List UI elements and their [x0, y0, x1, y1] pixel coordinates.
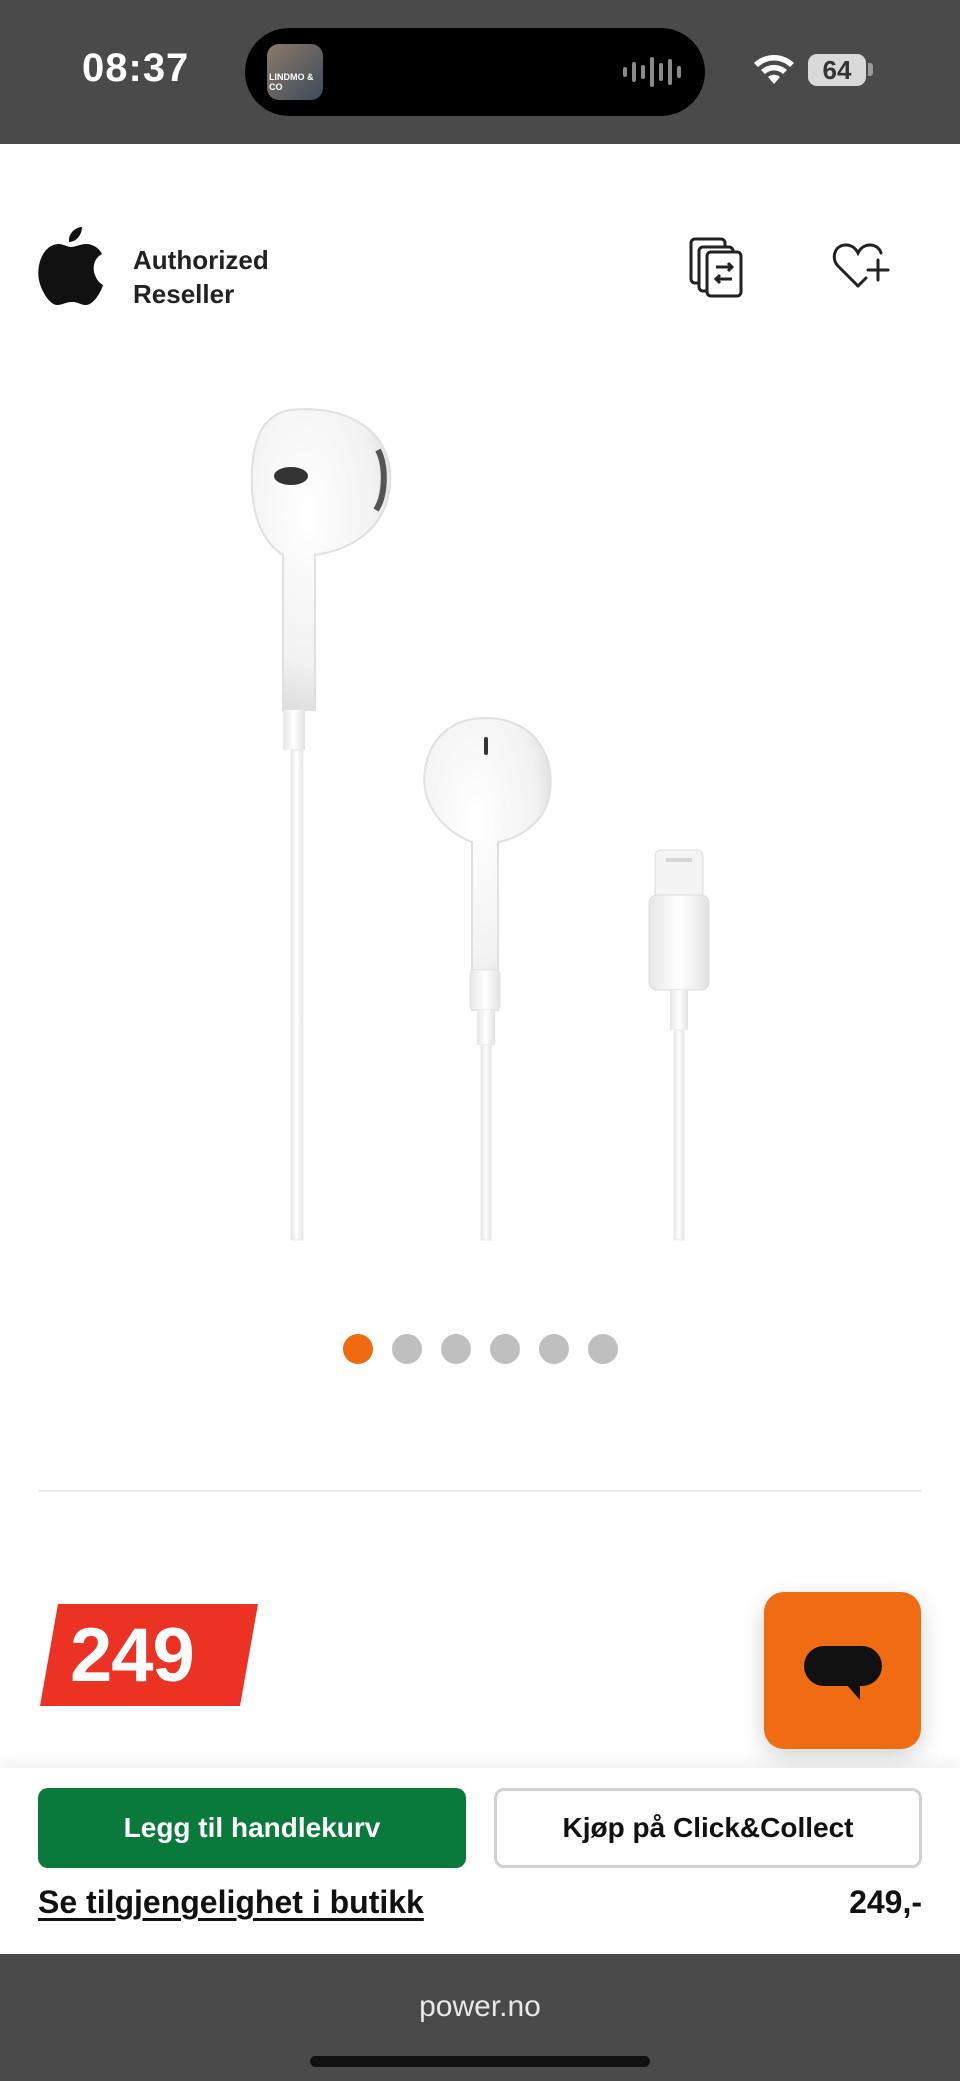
carousel-dot-3[interactable] [441, 1334, 471, 1364]
reseller-line-1: Authorized [133, 245, 269, 275]
add-to-wishlist-icon[interactable] [832, 240, 892, 290]
status-time: 08:37 [82, 46, 190, 90]
dynamic-island[interactable]: LINDMO & CO [245, 28, 705, 116]
click-and-collect-button[interactable]: Kjøp på Click&Collect [494, 1788, 922, 1868]
battery-tip [868, 63, 873, 76]
image-carousel-dots [343, 1334, 618, 1364]
compare-icon[interactable] [688, 236, 744, 298]
authorized-reseller-label: Authorized Reseller [133, 243, 269, 311]
page: 08:37 LINDMO & CO 64 Authorized Reseller [0, 0, 960, 2081]
carousel-dot-4[interactable] [490, 1334, 520, 1364]
carousel-dot-2[interactable] [392, 1334, 422, 1364]
product-price: 249,- [849, 1884, 922, 1920]
price-tag: 249 [40, 1604, 258, 1706]
apple-logo-icon [38, 227, 103, 305]
wifi-icon [754, 55, 794, 84]
purchase-action-bar: Legg til handlekurv Kjøp på Click&Collec… [0, 1768, 960, 1954]
url-label[interactable]: power.no [0, 1990, 960, 2024]
battery-indicator: 64 [808, 54, 866, 86]
status-bar: 08:37 LINDMO & CO 64 [0, 0, 960, 144]
now-playing-thumbnail-label: LINDMO & CO [269, 72, 314, 92]
now-playing-thumbnail: LINDMO & CO [267, 44, 323, 100]
section-divider [38, 1490, 922, 1492]
reseller-line-2: Reseller [133, 279, 235, 309]
chat-bubble-icon [804, 1646, 882, 1700]
add-to-cart-button[interactable]: Legg til handlekurv [38, 1788, 466, 1868]
store-availability-link[interactable]: Se tilgjengelighet i butikk [38, 1884, 424, 1921]
browser-address-bar: power.no [0, 1954, 960, 2081]
home-indicator[interactable] [310, 2056, 650, 2067]
chat-button[interactable] [764, 1592, 921, 1749]
product-image-earpods[interactable] [0, 390, 960, 1250]
price-tag-value: 249 [70, 1613, 195, 1698]
carousel-dot-1[interactable] [343, 1334, 373, 1364]
carousel-dot-6[interactable] [588, 1334, 618, 1364]
audio-waveform-icon [623, 56, 681, 88]
carousel-dot-5[interactable] [539, 1334, 569, 1364]
